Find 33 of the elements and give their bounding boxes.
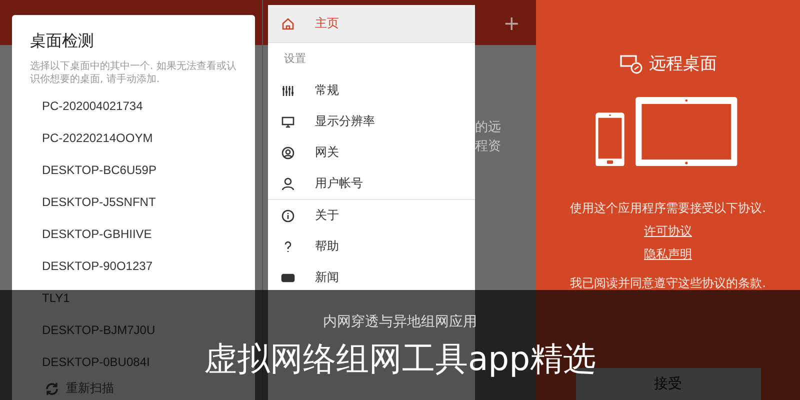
dialog-description: 选择以下桌面中的其中一个. 如果无法查看或认识你想要的桌面, 请手动添加. <box>29 60 238 86</box>
dialog-title: 桌面检测 <box>29 30 95 52</box>
nav-item[interactable]: 网关 <box>268 137 475 168</box>
nav-item[interactable]: 关于 <box>268 200 475 231</box>
nav-item[interactable]: 主页 <box>268 5 475 42</box>
person-icon <box>281 176 295 190</box>
nav-item[interactable]: 帮助 <box>268 231 475 262</box>
refresh-icon <box>44 382 60 396</box>
desktop-list-item[interactable]: DESKTOP-J5SNFNT <box>12 186 156 218</box>
agreement-text: 我已阅读并同意遵守这些协议的条款. <box>570 275 766 292</box>
remote-desktop-logo-icon <box>619 54 643 74</box>
monitor-icon <box>281 114 295 128</box>
background-text: 程资 <box>475 138 501 156</box>
info-icon <box>281 208 295 222</box>
banner-subtitle: 内网穿透与异地组网应用 <box>323 313 477 331</box>
desktop-list-item[interactable]: PC-20220214OOYM <box>12 122 153 154</box>
app-title: 远程桌面 <box>649 53 717 75</box>
background-text: 的远 <box>475 119 501 137</box>
agreement-link[interactable]: 隐私声明 <box>644 246 692 264</box>
home-icon <box>281 16 295 30</box>
nav-item[interactable]: 新闻 <box>268 262 475 293</box>
nav-item[interactable]: 常规 <box>268 75 475 106</box>
sliders-icon <box>281 84 295 98</box>
nav-item[interactable]: 用户帐号 <box>268 168 475 199</box>
notice-text: 使用这个应用程序需要接受以下协议. <box>570 200 766 218</box>
nav-item[interactable]: 显示分辨率 <box>268 106 475 137</box>
desktop-list-item[interactable]: PC-202004021734 <box>12 90 143 122</box>
add-button[interactable]: + <box>499 10 524 34</box>
desktop-list-item[interactable]: DESKTOP-90O1237 <box>12 250 153 282</box>
agreement-link[interactable]: 许可协议 <box>644 223 692 240</box>
desktop-list-item[interactable]: DESKTOP-GBHIIVE <box>12 218 152 250</box>
section-header: 设置 <box>283 51 307 67</box>
desktop-list-item[interactable]: DESKTOP-BC6U59P <box>12 154 156 186</box>
